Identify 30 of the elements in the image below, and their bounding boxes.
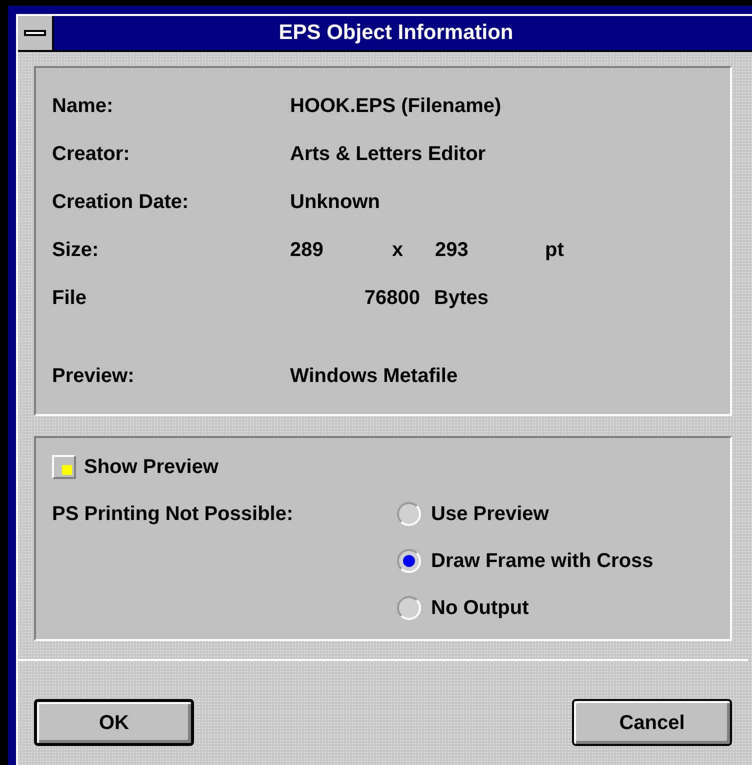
field-label: Name: xyxy=(52,94,114,119)
group-label: PS Printing Not Possible: xyxy=(52,502,294,526)
checkbox[interactable] xyxy=(52,455,76,479)
minus-icon xyxy=(24,30,46,36)
field-label: Size: xyxy=(52,238,100,263)
radio-label[interactable]: Draw Frame with Cross xyxy=(431,546,654,576)
field-label: File xyxy=(52,286,88,311)
checkbox-label[interactable]: Show Preview xyxy=(84,452,218,482)
unit-label: Bytes xyxy=(434,286,488,311)
unit-label: pt xyxy=(545,238,564,263)
width-value: 289 xyxy=(290,238,324,263)
field-label: Preview: xyxy=(52,364,136,389)
radio-label[interactable]: Use Preview xyxy=(431,498,549,528)
dialog-button[interactable]: Cancel xyxy=(572,699,732,746)
field-label: Creator: xyxy=(52,142,131,167)
field-value: Windows Metafile xyxy=(290,364,458,389)
radio-button[interactable] xyxy=(397,548,421,572)
height-value: 293 xyxy=(435,238,470,263)
dialog-button[interactable]: OK xyxy=(34,699,194,746)
system-menu-button[interactable] xyxy=(18,16,54,50)
field-value: Unknown xyxy=(290,190,380,215)
radio-button[interactable] xyxy=(397,596,421,620)
field-value: Arts & Letters Editor xyxy=(290,142,486,167)
file-size-value: 76800 xyxy=(364,286,420,311)
window-title: EPS Object Information xyxy=(278,20,514,46)
field-label: Creation Date: xyxy=(52,190,190,215)
radio-label[interactable]: No Output xyxy=(431,592,529,622)
radio-button[interactable] xyxy=(397,502,421,526)
field-value: HOOK.EPS (Filename) xyxy=(290,94,502,119)
times-sign: x xyxy=(392,238,404,263)
